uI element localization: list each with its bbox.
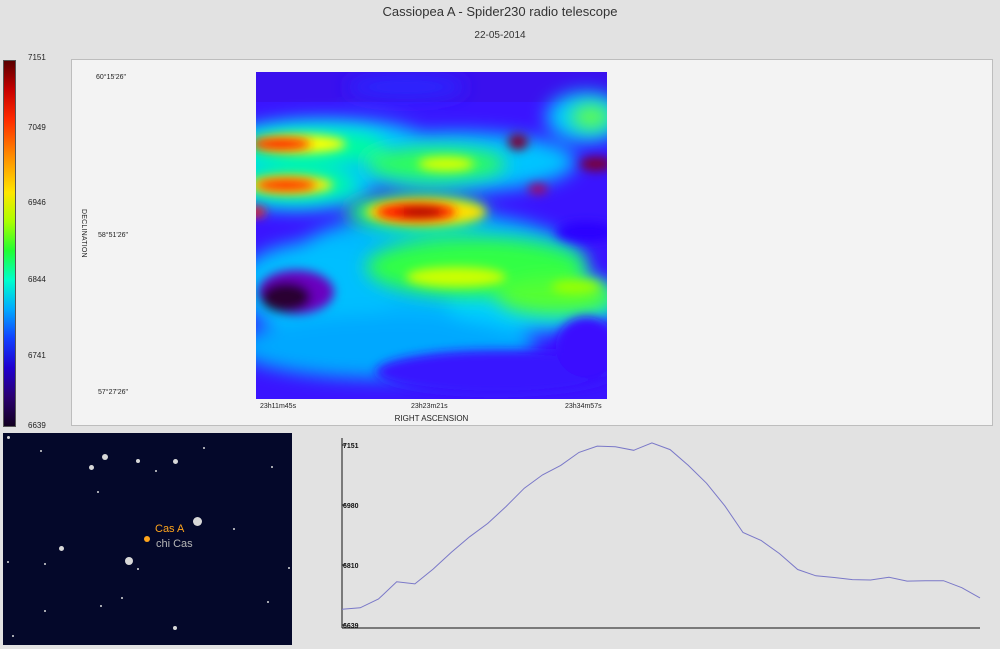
heatmap-svg <box>256 72 607 399</box>
ra-label-right: 23h34m57s <box>565 403 602 410</box>
colorbar-label-max: 7151 <box>28 53 46 62</box>
colorbar-label-2: 7049 <box>28 123 46 132</box>
dec-label-middle: 58°51'26" <box>98 232 128 239</box>
right-ascension-axis-label: RIGHT ASCENSION <box>394 414 469 423</box>
observation-date: 22-05-2014 <box>474 30 526 41</box>
star <box>288 567 290 569</box>
ra-label-middle: 23h23m21s <box>411 403 448 410</box>
star <box>136 459 140 463</box>
star <box>100 605 102 607</box>
star <box>137 568 139 570</box>
star <box>44 610 46 612</box>
star <box>155 470 157 472</box>
dec-label-top: 60°15'26" <box>96 74 126 81</box>
star <box>203 447 205 449</box>
star <box>102 454 108 460</box>
dec-label-bottom: 57°27'26" <box>98 389 128 396</box>
y-label-3: 6810 <box>343 563 359 570</box>
star <box>271 466 273 468</box>
ra-label-left: 23h11m45s <box>260 403 297 410</box>
window-title: Cassiopea A - Spider230 radio telescope <box>382 4 618 19</box>
star <box>7 436 10 439</box>
declination-axis-label: DECLINATION <box>80 209 87 258</box>
colorbar-label-5: 6741 <box>28 351 46 360</box>
colorbar-label-3: 6946 <box>28 198 46 207</box>
star <box>89 465 94 470</box>
intensity-line-plot: 7151 6980 6810 6639 <box>341 438 981 630</box>
star <box>267 601 269 603</box>
star <box>12 635 14 637</box>
star <box>173 626 177 630</box>
intensity-series-line <box>341 442 981 610</box>
sky-star-map[interactable]: Cas A chi Cas <box>3 433 292 645</box>
star <box>40 450 42 452</box>
chi-cas-label: chi Cas <box>156 538 193 550</box>
y-label-1: 7151 <box>343 443 359 450</box>
star <box>193 517 202 526</box>
cas-a-label: Cas A <box>155 523 185 535</box>
star <box>121 597 123 599</box>
y-label-4: 6639 <box>343 623 359 630</box>
star <box>59 546 64 551</box>
radio-intensity-heatmap[interactable] <box>256 72 607 399</box>
star <box>125 557 133 565</box>
star <box>44 563 46 565</box>
star <box>97 491 99 493</box>
y-label-2: 6980 <box>343 503 359 510</box>
colorbar-label-min: 6639 <box>28 421 46 430</box>
star <box>173 459 178 464</box>
cas-a-marker[interactable] <box>144 536 150 542</box>
star <box>7 561 9 563</box>
colorbar-label-4: 6844 <box>28 275 46 284</box>
color-scale-bar <box>3 60 16 427</box>
star <box>233 528 235 530</box>
